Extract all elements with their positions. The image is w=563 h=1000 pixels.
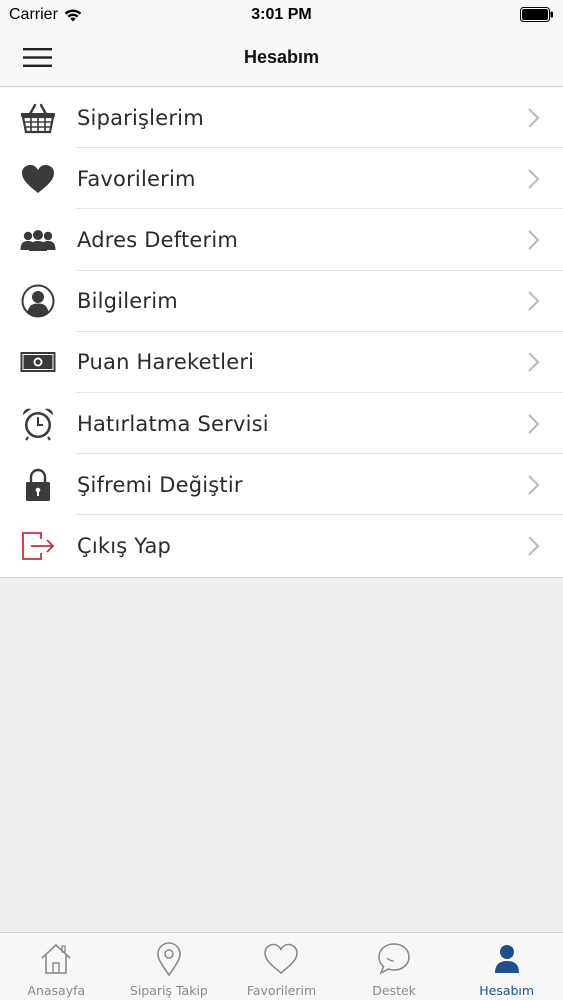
logout-icon bbox=[20, 528, 56, 564]
menu-item-change-password[interactable]: Şifremi Değiştir bbox=[0, 454, 563, 516]
chevron-right-icon bbox=[528, 474, 540, 495]
basket-icon bbox=[20, 100, 56, 136]
tab-bar: Anasayfa Sipariş Takip Favorilerim Deste… bbox=[0, 932, 563, 1000]
tab-favorites[interactable]: Favorilerim bbox=[225, 933, 338, 1000]
banknote-icon bbox=[20, 344, 56, 380]
tab-label: Destek bbox=[372, 983, 416, 998]
menu-item-label: Bilgilerim bbox=[77, 289, 178, 314]
menu-item-label: Favorilerim bbox=[77, 166, 196, 191]
user-circle-icon bbox=[20, 283, 56, 319]
account-menu-list: Siparişlerim Favorilerim Adres Defterim bbox=[0, 87, 563, 578]
menu-item-points-history[interactable]: Puan Hareketleri bbox=[0, 332, 563, 394]
menu-item-address-book[interactable]: Adres Defterim bbox=[0, 209, 563, 271]
tab-label: Favorilerim bbox=[246, 983, 317, 998]
heart-icon bbox=[20, 161, 56, 197]
location-pin-icon bbox=[157, 942, 181, 977]
menu-item-favorites[interactable]: Favorilerim bbox=[0, 148, 563, 210]
tab-support[interactable]: Destek bbox=[338, 933, 451, 1000]
people-icon bbox=[20, 222, 56, 258]
status-bar: Carrier 3:01 PM bbox=[0, 0, 563, 30]
menu-item-label: Şifremi Değiştir bbox=[77, 472, 243, 497]
tab-label: Sipariş Takip bbox=[129, 983, 208, 998]
menu-item-logout[interactable]: Çıkış Yap bbox=[0, 515, 563, 576]
chat-bubble-icon bbox=[378, 943, 410, 975]
tab-label: Hesabım bbox=[479, 983, 535, 998]
menu-item-my-info[interactable]: Bilgilerim bbox=[0, 271, 563, 332]
menu-item-orders[interactable]: Siparişlerim bbox=[0, 87, 563, 149]
tab-home[interactable]: Anasayfa bbox=[0, 933, 113, 1000]
alarm-clock-icon bbox=[20, 406, 56, 442]
menu-item-label: Hatırlatma Servisi bbox=[77, 411, 269, 436]
chevron-right-icon bbox=[528, 107, 540, 128]
tab-label: Anasayfa bbox=[27, 983, 86, 998]
person-icon bbox=[494, 945, 519, 973]
home-icon bbox=[41, 943, 71, 974]
page-title: Hesabım bbox=[243, 47, 320, 67]
chevron-right-icon bbox=[528, 230, 540, 250]
chevron-right-icon bbox=[528, 413, 540, 434]
heart-outline-icon bbox=[264, 943, 299, 975]
menu-item-label: Siparişlerim bbox=[77, 105, 204, 130]
chevron-right-icon bbox=[528, 291, 540, 311]
menu-item-label: Adres Defterim bbox=[77, 227, 239, 252]
menu-item-label: Çıkış Yap bbox=[77, 533, 172, 558]
chevron-right-icon bbox=[528, 352, 540, 373]
tab-order-tracking[interactable]: Sipariş Takip bbox=[113, 933, 226, 1000]
status-time: 3:01 PM bbox=[251, 6, 312, 23]
menu-item-label: Puan Hareketleri bbox=[77, 350, 255, 375]
chevron-right-icon bbox=[528, 536, 540, 556]
navigation-bar: Hesabım bbox=[0, 30, 563, 87]
chevron-right-icon bbox=[528, 169, 540, 189]
lock-icon bbox=[20, 467, 56, 503]
battery-icon bbox=[520, 7, 553, 22]
menu-item-reminder-service[interactable]: Hatırlatma Servisi bbox=[0, 393, 563, 455]
tab-account[interactable]: Hesabım bbox=[450, 933, 563, 1000]
